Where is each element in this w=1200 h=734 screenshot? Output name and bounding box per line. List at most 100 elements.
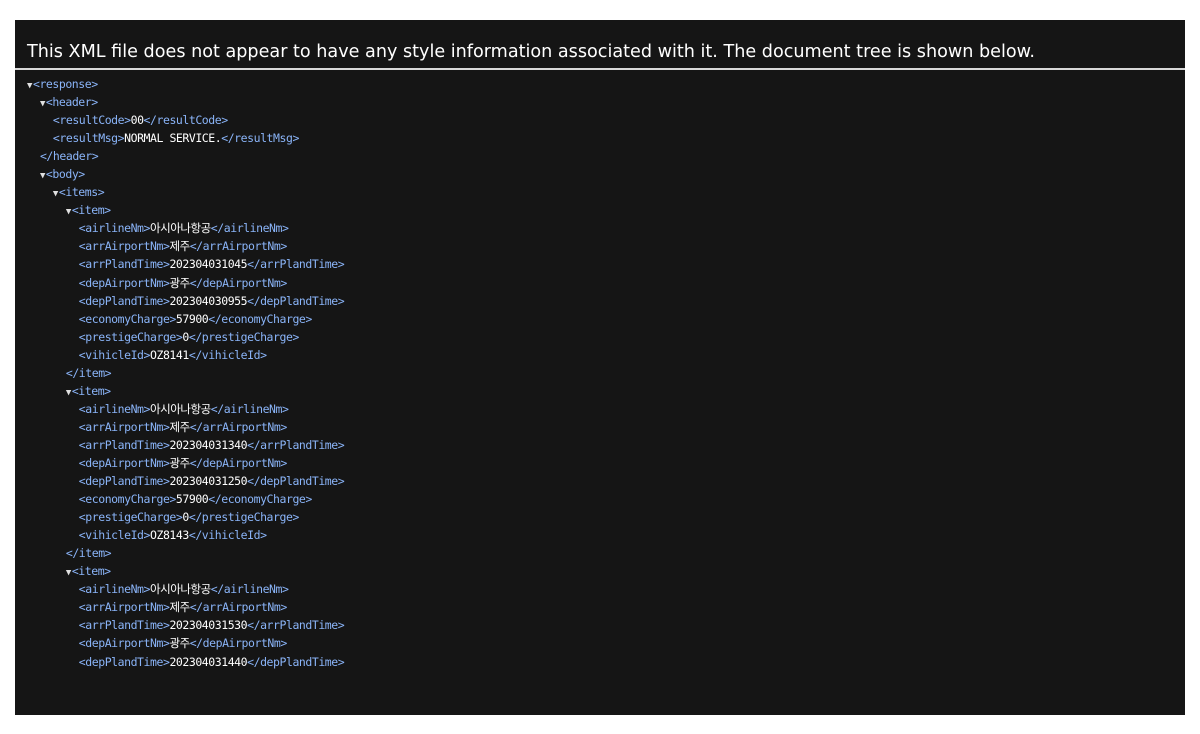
- xml-leaf-element: <depAirportNm>광주</depAirportNm>: [27, 634, 1185, 652]
- xml-viewer: This XML file does not appear to have an…: [15, 20, 1185, 715]
- xml-leaf-element: <depAirportNm>광주</depAirportNm>: [27, 454, 1185, 472]
- xml-open-tag: <item>: [71, 383, 111, 398]
- xml-leaf-element: <arrPlandTime>202304031045</arrPlandTime…: [27, 255, 1185, 273]
- xml-open-tag: <depAirportNm>: [78, 636, 170, 651]
- collapse-toggle-icon[interactable]: ▼: [40, 171, 45, 181]
- xml-open-tag: <arrAirportNm>: [78, 600, 170, 615]
- xml-text-value: 광주: [169, 275, 190, 290]
- xml-close-tag: </depPlandTime>: [247, 654, 345, 669]
- xml-close-tag: </header>: [39, 149, 99, 164]
- xml-text-value: 아시아나항공: [150, 582, 211, 597]
- xml-text-value: 제주: [169, 419, 190, 434]
- xml-node-body: ▼<body>: [27, 165, 1185, 183]
- xml-close-tag: </economyCharge>: [208, 311, 312, 326]
- xml-close-tag: </depAirportNm>: [189, 636, 288, 651]
- xml-text-value: 00: [130, 113, 144, 128]
- xml-text-value: 광주: [169, 636, 190, 651]
- xml-open-tag: <response>: [32, 77, 98, 91]
- xml-leaf-element: <economyCharge>57900</economyCharge>: [27, 310, 1185, 328]
- xml-node-item-close: </item>: [27, 544, 1185, 562]
- xml-close-tag: </vihicleId>: [188, 347, 267, 362]
- xml-leaf-element: <vihicleId>OZ8143</vihicleId>: [27, 526, 1185, 544]
- xml-text-value: 57900: [175, 492, 209, 507]
- xml-text-value: 202304031530: [169, 618, 248, 633]
- xml-open-tag: <arrAirportNm>: [78, 419, 170, 434]
- xml-close-tag: </arrAirportNm>: [189, 600, 288, 615]
- xml-close-tag: </airlineNm>: [210, 401, 289, 416]
- xml-leaf-element: <airlineNm>아시아나항공</airlineNm>: [27, 219, 1185, 237]
- xml-text-value: OZ8141: [150, 347, 189, 362]
- xml-node-item: ▼<item>: [27, 382, 1185, 400]
- xml-open-tag: <depPlandTime>: [78, 654, 170, 669]
- xml-open-tag: <vihicleId>: [78, 528, 151, 543]
- xml-close-tag: </arrAirportNm>: [189, 239, 288, 254]
- xml-open-tag: <airlineNm>: [78, 221, 151, 236]
- xml-document-tree: ▼<response> ▼<header> <resultCode>00</re…: [15, 70, 1185, 671]
- xml-close-tag: </prestigeCharge>: [188, 510, 300, 525]
- xml-leaf-element: <prestigeCharge>0</prestigeCharge>: [27, 508, 1185, 526]
- xml-text-value: 202304030955: [169, 293, 248, 308]
- xml-text-value: OZ8143: [150, 528, 189, 543]
- xml-node-item: ▼<item>: [27, 201, 1185, 219]
- xml-close-tag: </vihicleId>: [188, 528, 267, 543]
- collapse-toggle-icon[interactable]: ▼: [40, 99, 45, 109]
- xml-text-value: 202304031250: [169, 474, 248, 489]
- collapse-toggle-icon[interactable]: ▼: [66, 568, 71, 578]
- xml-open-tag: <depPlandTime>: [78, 293, 170, 308]
- xml-open-tag: <arrAirportNm>: [78, 239, 170, 254]
- xml-leaf-element: <depPlandTime>202304030955</depPlandTime…: [27, 292, 1185, 310]
- xml-leaf-element: <resultCode>00</resultCode>: [27, 111, 1185, 129]
- xml-close-tag: </airlineNm>: [210, 221, 289, 236]
- xml-open-tag: <header>: [45, 95, 98, 110]
- xml-close-tag: </item>: [65, 546, 112, 561]
- xml-leaf-element: <arrPlandTime>202304031530</arrPlandTime…: [27, 616, 1185, 634]
- xml-open-tag: <arrPlandTime>: [78, 437, 170, 452]
- xml-open-tag: <items>: [58, 185, 105, 200]
- xml-close-tag: </depPlandTime>: [247, 293, 345, 308]
- xml-close-tag: </depAirportNm>: [189, 455, 288, 470]
- xml-open-tag: <resultMsg>: [52, 131, 125, 146]
- collapse-toggle-icon[interactable]: ▼: [53, 189, 58, 199]
- xml-open-tag: <economyCharge>: [78, 311, 177, 326]
- xml-open-tag: <arrPlandTime>: [78, 257, 170, 272]
- xml-open-tag: <depPlandTime>: [78, 474, 170, 489]
- xml-info-message: This XML file does not appear to have an…: [15, 20, 1185, 70]
- xml-close-tag: </arrAirportNm>: [189, 419, 288, 434]
- xml-close-tag: </depAirportNm>: [189, 275, 288, 290]
- xml-close-tag: </depPlandTime>: [247, 474, 345, 489]
- collapse-toggle-icon[interactable]: ▼: [27, 81, 32, 91]
- xml-node-header: ▼<header>: [27, 93, 1185, 111]
- xml-text-value: 아시아나항공: [150, 401, 211, 416]
- xml-close-tag: </resultCode>: [143, 113, 229, 128]
- xml-open-tag: <prestigeCharge>: [78, 510, 183, 525]
- collapse-toggle-icon[interactable]: ▼: [66, 207, 71, 217]
- xml-text-value: 202304031440: [169, 654, 248, 669]
- xml-node-items: ▼<items>: [27, 183, 1185, 201]
- xml-leaf-element: <prestigeCharge>0</prestigeCharge>: [27, 328, 1185, 346]
- xml-leaf-element: <arrAirportNm>제주</arrAirportNm>: [27, 598, 1185, 616]
- xml-open-tag: <prestigeCharge>: [78, 329, 183, 344]
- xml-open-tag: <economyCharge>: [78, 492, 177, 507]
- xml-node-item-close: </item>: [27, 364, 1185, 382]
- xml-node-response: ▼<response>: [27, 75, 1185, 93]
- xml-close-tag: </resultMsg>: [221, 131, 299, 146]
- xml-node-header-close: </header>: [27, 147, 1185, 165]
- xml-open-tag: <vihicleId>: [78, 347, 151, 362]
- xml-close-tag: </item>: [65, 365, 112, 380]
- xml-text-value: 제주: [169, 239, 190, 254]
- xml-leaf-element: <arrPlandTime>202304031340</arrPlandTime…: [27, 436, 1185, 454]
- xml-close-tag: </arrPlandTime>: [247, 437, 345, 452]
- xml-close-tag: </prestigeCharge>: [188, 329, 300, 344]
- xml-leaf-element: <airlineNm>아시아나항공</airlineNm>: [27, 400, 1185, 418]
- xml-text-value: 제주: [169, 600, 190, 615]
- xml-leaf-element: <arrAirportNm>제주</arrAirportNm>: [27, 237, 1185, 255]
- xml-open-tag: <airlineNm>: [78, 582, 151, 597]
- xml-leaf-element: <depAirportNm>광주</depAirportNm>: [27, 274, 1185, 292]
- xml-open-tag: <depAirportNm>: [78, 275, 170, 290]
- xml-leaf-element: <arrAirportNm>제주</arrAirportNm>: [27, 418, 1185, 436]
- xml-text-value: 57900: [175, 311, 209, 326]
- xml-node-item: ▼<item>: [27, 562, 1185, 580]
- xml-close-tag: </arrPlandTime>: [247, 618, 345, 633]
- xml-leaf-element: <resultMsg>NORMAL SERVICE.</resultMsg>: [27, 129, 1185, 147]
- collapse-toggle-icon[interactable]: ▼: [66, 388, 71, 398]
